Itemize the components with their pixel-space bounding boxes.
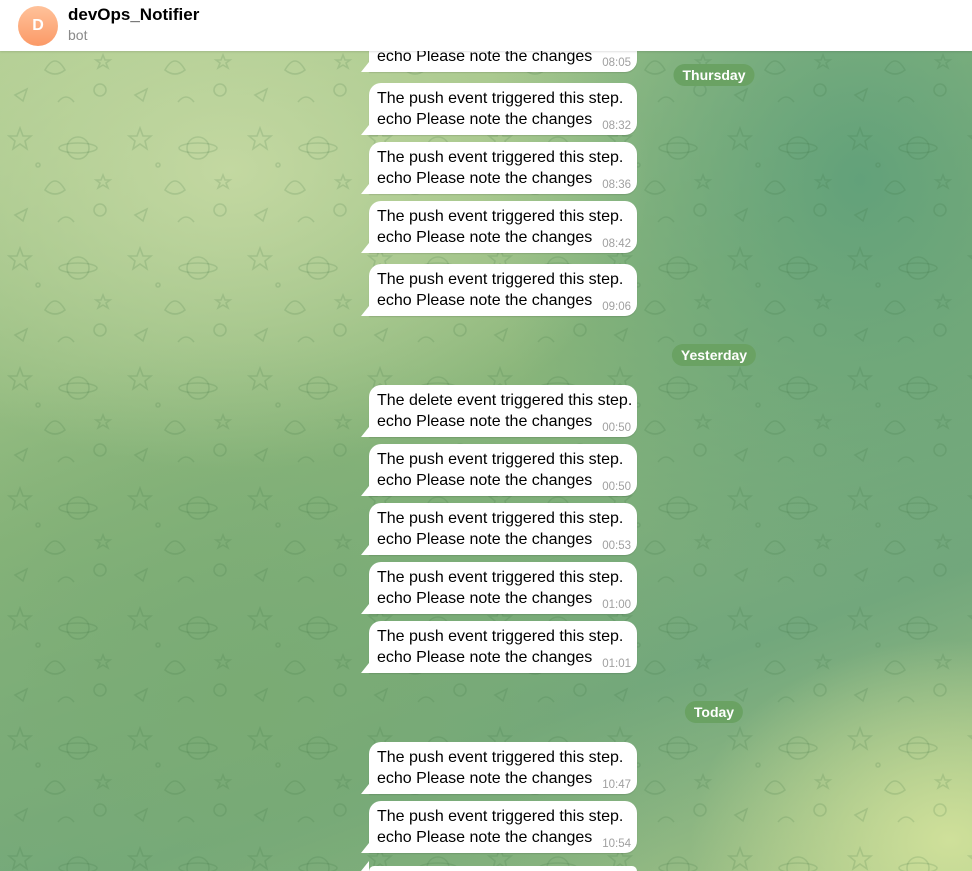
- message-text-line2: echo Please note the changes: [377, 472, 593, 489]
- chat-title[interactable]: devOps_Notifier: [68, 5, 199, 25]
- date-separator-thursday: Thursday: [673, 64, 755, 86]
- message-time: 00:50: [602, 481, 631, 493]
- message-text-line1: The push event triggered this step.: [377, 510, 624, 527]
- message-bubble[interactable]: The push event triggered this step. echo…: [361, 742, 637, 794]
- message-text-line1: The push event triggered this step.: [377, 628, 624, 645]
- message-bubble-partial[interactable]: [361, 861, 637, 871]
- message-bubble[interactable]: The push event triggered this step. echo…: [361, 201, 637, 253]
- message-time: 08:05: [602, 57, 631, 69]
- message-time: 09:06: [602, 301, 631, 313]
- message-bubble[interactable]: The push event triggered this step. echo…: [361, 444, 637, 496]
- message-bubble[interactable]: The push event triggered this step. echo…: [361, 142, 637, 194]
- message-time: 01:01: [602, 658, 631, 670]
- message-text-line2: echo Please note the changes: [377, 111, 593, 128]
- message-bubble[interactable]: The push event triggered this step. echo…: [361, 621, 637, 673]
- message-text-line1: The push event triggered this step.: [377, 271, 624, 288]
- message-text-line1: The push event triggered this step.: [377, 90, 624, 107]
- message-text-line2: echo Please note the changes: [377, 829, 593, 846]
- message-text-line1: The push event triggered this step.: [377, 569, 624, 586]
- date-separator-today: Today: [684, 701, 744, 723]
- message-text-line2: echo Please note the changes: [377, 531, 593, 548]
- message-time: 01:00: [602, 599, 631, 611]
- message-text-line1: The push event triggered this step.: [377, 149, 624, 166]
- message-text-line1: The push event triggered this step.: [377, 808, 624, 825]
- message-time: 08:36: [602, 179, 631, 191]
- message-bubble[interactable]: The push event triggered this step. echo…: [361, 801, 637, 853]
- message-text-line1: The push event triggered this step.: [377, 451, 624, 468]
- message-time: 10:54: [602, 838, 631, 850]
- message-text-line2: echo Please note the changes: [377, 770, 593, 787]
- message-bubble[interactable]: The push event triggered this step. echo…: [361, 503, 637, 555]
- message-time: 00:53: [602, 540, 631, 552]
- date-separator-yesterday: Yesterday: [671, 344, 757, 366]
- message-text-line1: The push event triggered this step.: [377, 749, 624, 766]
- message-text-line2: echo Please note the changes: [377, 292, 593, 309]
- message-bubble[interactable]: The push event triggered this step. echo…: [361, 264, 637, 316]
- message-text-line1: The delete event triggered this step.: [377, 392, 633, 409]
- chat-header[interactable]: D devOps_Notifier bot: [0, 0, 972, 51]
- message-bubble[interactable]: The push event triggered this step. echo…: [361, 562, 637, 614]
- message-text-line2: echo Please note the changes: [377, 170, 593, 187]
- message-time: 00:50: [602, 422, 631, 434]
- message-bubble[interactable]: The delete event triggered this step. ec…: [361, 385, 637, 437]
- message-time: 08:42: [602, 238, 631, 250]
- message-text-line2: echo Please note the changes: [377, 413, 593, 430]
- message-bubble[interactable]: The push event triggered this step. echo…: [361, 83, 637, 135]
- message-text-line2: echo Please note the changes: [377, 229, 593, 246]
- message-time: 10:47: [602, 779, 631, 791]
- message-text-line1: The push event triggered this step.: [377, 208, 624, 225]
- avatar[interactable]: D: [18, 6, 58, 46]
- chat-status: bot: [68, 27, 88, 43]
- message-text-line2: echo Please note the changes: [377, 590, 593, 607]
- message-time: 08:32: [602, 120, 631, 132]
- message-text-line2: echo Please note the changes: [377, 649, 593, 666]
